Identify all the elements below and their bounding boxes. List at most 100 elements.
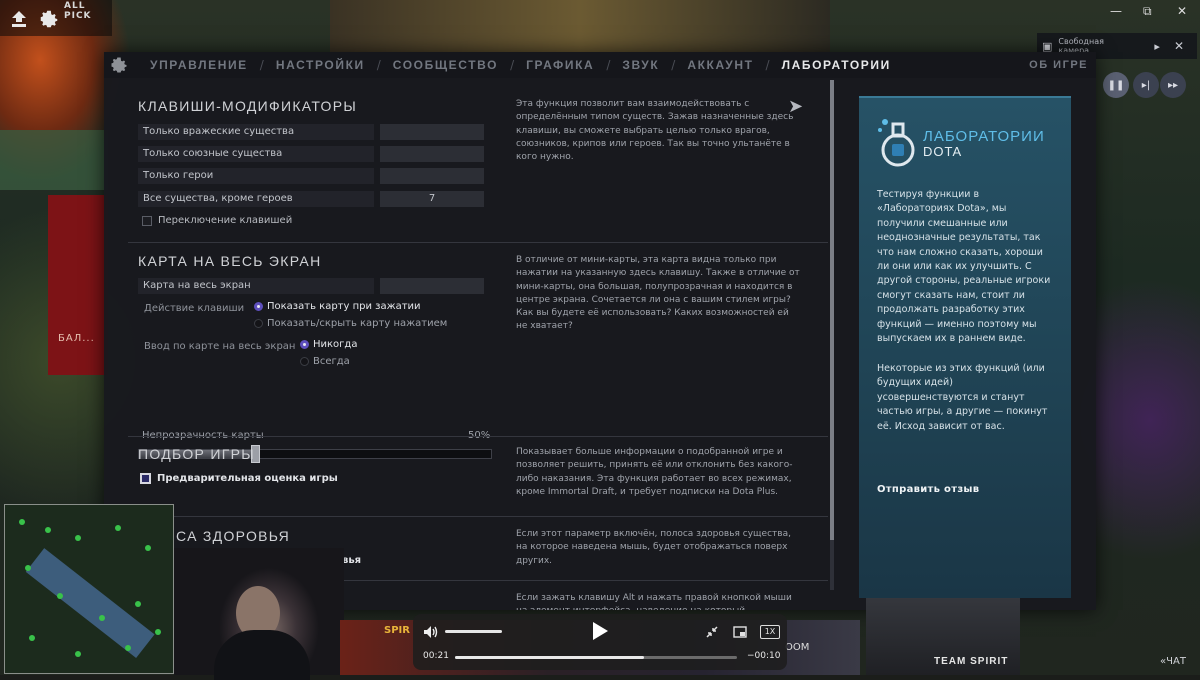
section-divider [128, 516, 828, 517]
gear-icon[interactable] [38, 8, 60, 30]
upload-icon[interactable] [8, 8, 30, 30]
minimap-unit [99, 615, 105, 621]
chat-toggle[interactable]: «ЧАТ [1160, 656, 1186, 667]
step-forward-icon[interactable]: ▸| [1133, 72, 1159, 98]
volume-icon[interactable] [423, 624, 439, 638]
tab-separator: / [510, 58, 515, 72]
keybind-button[interactable] [380, 146, 484, 162]
keybind-row: Только герои [138, 168, 484, 184]
radio-never[interactable]: Никогда [300, 339, 357, 350]
about-game-link[interactable]: Об игре [1029, 59, 1088, 71]
key-action-label: Действие клавиши [144, 303, 245, 314]
scrollbar-thumb[interactable] [830, 80, 834, 540]
radio-dot[interactable] [300, 357, 309, 366]
keybind-label: Все существа, кроме героев [138, 191, 374, 207]
labs-title: ЛАБОРАТОРИИ [923, 128, 1045, 145]
radio-label: Показать карту при зажатии [267, 301, 421, 312]
picture-in-picture-icon[interactable] [733, 625, 747, 639]
pause-icon[interactable]: ❚❚ [1103, 72, 1129, 98]
chevron-right-icon[interactable]: ▸ [1154, 40, 1160, 53]
tab-sound[interactable]: Звук [622, 58, 659, 72]
checkbox-label: Предварительная оценка игры [157, 473, 338, 484]
minimap-unit [45, 527, 51, 533]
webcam-person-body [214, 630, 310, 680]
tab-community[interactable]: Сообщество [393, 58, 498, 72]
radio-always[interactable]: Всегда [300, 356, 350, 367]
keybind-label: Карта на весь экран [138, 278, 374, 294]
minimap-unit [75, 535, 81, 541]
radio-label: Показать/скрыть карту нажатием [267, 318, 448, 329]
tab-settings[interactable]: Настройки [276, 58, 365, 72]
radio-dot[interactable] [254, 302, 263, 311]
minimap-unit [145, 545, 151, 551]
radio-show-on-hold[interactable]: Показать карту при зажатии [254, 301, 421, 312]
radio-label: Всегда [313, 356, 350, 367]
game-red-banner [48, 195, 108, 375]
close-icon[interactable]: ✕ [1177, 4, 1187, 18]
settings-panel: Управление / Настройки / Сообщество / Гр… [104, 52, 1096, 610]
tab-labs[interactable]: Лаборатории [782, 58, 891, 72]
streamer-webcam [174, 548, 344, 680]
preview-match-checkbox[interactable]: Предварительная оценка игры [140, 473, 338, 484]
minimap-unit [19, 519, 25, 525]
settings-gear-icon[interactable] [109, 55, 129, 75]
alt-click-description: Если зажать клавишу Alt и нажать правой … [516, 593, 792, 610]
tab-account[interactable]: Аккаунт [687, 58, 753, 72]
tab-controls[interactable]: Управление [150, 58, 248, 72]
minimap[interactable] [4, 504, 174, 674]
restore-icon[interactable]: ⧉ [1143, 4, 1152, 19]
keybind-row: Все существа, кроме героев 7 [138, 191, 484, 207]
radio-toggle-on-press[interactable]: Показать/скрыть карту нажатием [254, 318, 447, 329]
toggle-key-checkbox[interactable]: Переключение клавишей [142, 215, 292, 226]
labs-paragraph: Тестируя функции в «Лабораториях Dota», … [877, 189, 1051, 345]
minimap-unit [29, 635, 35, 641]
minimap-unit [57, 593, 63, 599]
tab-graphics[interactable]: Графика [526, 58, 594, 72]
video-camera-icon: ▣ [1042, 39, 1053, 53]
checkbox-box[interactable] [140, 473, 151, 484]
map-input-label: Ввод по карте на весь экран [144, 341, 296, 352]
healthbar-description: Если этот параметр включён, полоса здоро… [516, 529, 791, 566]
minimap-unit [155, 629, 161, 635]
seek-bar-played [455, 656, 644, 659]
settings-content: Клавиши-модификаторы Только вражеские су… [128, 82, 828, 610]
keybind-row: Только союзные существа [138, 146, 484, 162]
game-scene-top [330, 0, 830, 52]
radio-dot[interactable] [300, 340, 309, 349]
exit-fullscreen-icon[interactable] [705, 625, 719, 639]
radio-dot[interactable] [254, 319, 263, 328]
labs-paragraph: Некоторые из этих функций (или будущих и… [877, 363, 1048, 432]
minimize-icon[interactable]: — [1110, 4, 1122, 18]
section-title-modifiers: Клавиши-модификаторы [138, 98, 358, 114]
game-red-banner-text: БАЛ... [58, 333, 95, 344]
tab-separator: / [376, 58, 381, 72]
fullmap-description: В отличие от мини-карты, эта карта видна… [516, 255, 800, 332]
close-camera-icon[interactable]: ✕ [1174, 39, 1184, 53]
seek-bar[interactable] [455, 656, 737, 659]
room-label: OOM [785, 642, 810, 653]
volume-slider[interactable] [445, 630, 502, 633]
labs-subtitle: DOTA [923, 144, 963, 159]
keybind-button[interactable] [380, 168, 484, 184]
time-remaining: −00:10 [747, 651, 781, 661]
spirit-banner-text: SPIR [384, 625, 410, 636]
checkbox-box[interactable] [142, 215, 152, 226]
keybind-label: Только вражеские существа [138, 124, 374, 140]
content-scrollbar[interactable] [830, 80, 834, 590]
send-feedback-link[interactable]: Отправить отзыв [877, 484, 979, 495]
checkbox-label: Переключение клавишей [158, 215, 293, 226]
section-divider [128, 242, 828, 243]
keybind-button[interactable]: 7 [380, 191, 484, 207]
minimap-unit [75, 651, 81, 657]
fast-forward-icon[interactable]: ▸▸ [1160, 72, 1186, 98]
playback-speed-button[interactable]: 1X [760, 625, 780, 639]
keybind-button[interactable] [380, 124, 484, 140]
play-icon[interactable] [591, 621, 609, 641]
video-player: 1X 00:21 −00:10 [413, 614, 787, 670]
section-title-fullmap: Карта на весь экран [138, 253, 322, 269]
tab-separator: / [606, 58, 611, 72]
game-top-left-hud: ALL PICK [0, 0, 112, 36]
keybind-button[interactable] [380, 278, 484, 294]
tab-separator: / [765, 58, 770, 72]
team-name: TEAM SPIRIT [934, 656, 1009, 667]
